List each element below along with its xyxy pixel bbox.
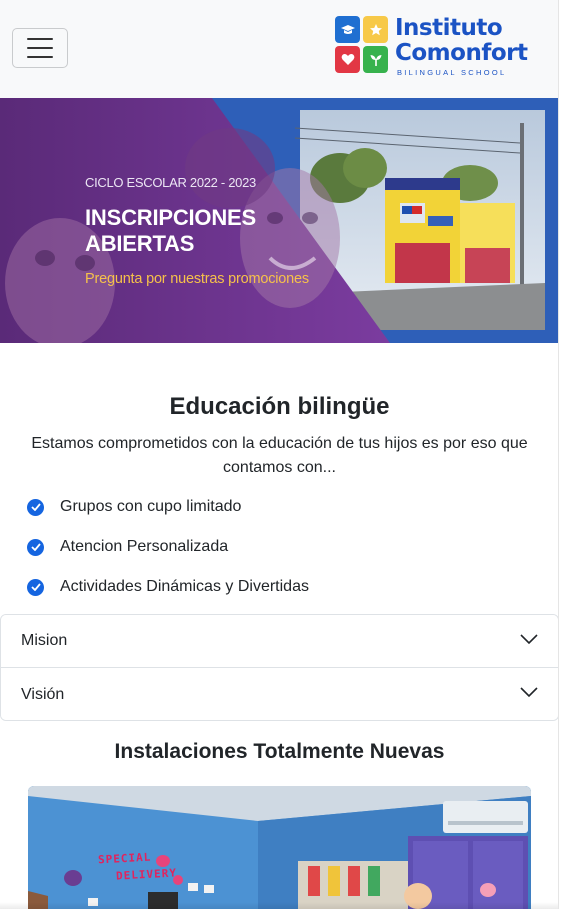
accordion-label: Visión (21, 685, 65, 703)
logo-wordmark: Instituto Comonfort BILINGUAL SCHOOL (395, 15, 528, 78)
banner-school-cycle: CICLO ESCOLAR 2022 - 2023 (85, 175, 256, 190)
graduation-cap-icon (335, 16, 360, 43)
facilities-heading: Instalaciones Totalmente Nuevas (114, 740, 445, 763)
school-logo[interactable]: Instituto Comonfort BILINGUAL SCHOOL (335, 16, 531, 78)
accordion-item-vision[interactable]: Visión (1, 668, 558, 720)
banner-title: INSCRIPCIONES ABIERTAS (85, 205, 256, 257)
page: Instituto Comonfort BILINGUAL SCHOOL CIC… (0, 0, 559, 909)
classroom-photo (28, 786, 531, 909)
check-circle-icon (27, 578, 44, 596)
feature-label: Actividades Dinámicas y Divertidas (60, 578, 309, 595)
enrollment-banner: CICLO ESCOLAR 2022 - 2023 INSCRIPCIONES … (0, 98, 558, 343)
banner-promo-text: Pregunta por nuestras promociones (85, 271, 309, 287)
heart-icon (335, 46, 360, 73)
logo-line-2: Comonfort (395, 40, 528, 66)
accordion-item-mision[interactable]: Mision (1, 615, 558, 668)
check-circle-icon (27, 498, 44, 516)
photo-text-line-1: SPECIAL (97, 850, 152, 867)
facilities-image: SPECIAL DELIVERY (28, 786, 531, 909)
banner-title-line-1: INSCRIPCIONES (85, 205, 256, 230)
feature-label: Grupos con cupo limitado (60, 498, 242, 515)
star-icon (363, 16, 388, 43)
chevron-down-icon (520, 634, 538, 645)
bilingual-education-heading: Educación bilingüe (169, 393, 390, 420)
banner-image (0, 98, 558, 343)
list-item: Grupos con cupo limitado (27, 495, 241, 519)
logo-line-1: Instituto (395, 15, 503, 41)
menu-toggle-button[interactable] (12, 28, 68, 68)
check-circle-icon (27, 538, 44, 556)
intro-paragraph: Estamos comprometidos con la educación d… (31, 435, 528, 476)
sprout-icon (363, 46, 388, 73)
chevron-down-icon (520, 687, 538, 698)
accordion-label: Mision (21, 632, 68, 649)
hamburger-menu-icon (27, 38, 53, 58)
logo-subtitle: BILINGUAL SCHOOL (397, 68, 507, 77)
logo-emblem (335, 16, 389, 74)
mission-vision-accordion: Mision Visión (0, 614, 558, 721)
navbar: Instituto Comonfort BILINGUAL SCHOOL (0, 0, 558, 98)
list-item: Atencion Personalizada (27, 535, 228, 559)
list-item: Actividades Dinámicas y Divertidas (27, 575, 309, 599)
banner-title-line-2: ABIERTAS (85, 231, 195, 256)
feature-label: Atencion Personalizada (60, 538, 229, 555)
bottom-edge-shadow (0, 902, 558, 909)
